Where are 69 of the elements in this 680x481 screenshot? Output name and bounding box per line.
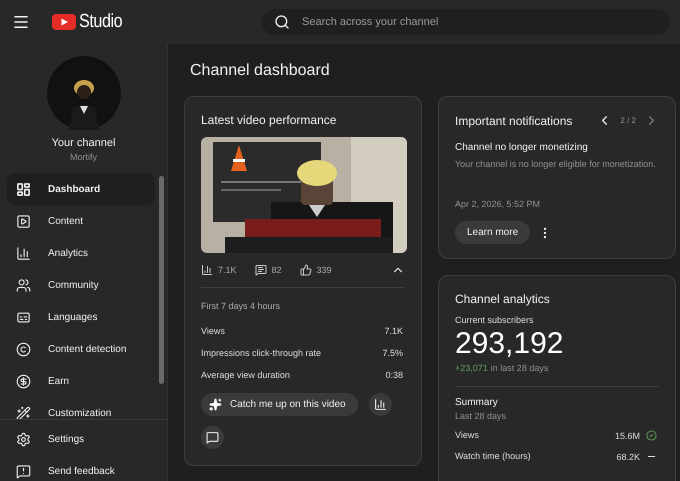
card-title: Latest video performance: [201, 113, 338, 127]
summary-value: 15.6M: [614, 430, 640, 440]
nav-item[interactable]: Settings: [7, 423, 155, 455]
nav-item[interactable]: Analytics: [7, 237, 155, 269]
summary-period: Last 28 days: [455, 411, 508, 421]
catch-up-button[interactable]: Catch me up on this video: [201, 393, 358, 416]
search-input[interactable]: Search across your channel: [300, 15, 658, 29]
dollar-icon: [16, 374, 31, 388]
studio-logo[interactable]: Studio: [52, 11, 130, 33]
card-title: Important notifications: [455, 114, 572, 128]
stat-value: 7.1K: [201, 264, 237, 276]
search-icon: [274, 14, 290, 30]
settings-icon: [16, 432, 31, 446]
scrollbar[interactable]: [159, 176, 164, 384]
sparkle-icon: [209, 398, 222, 411]
summary-title: Summary: [455, 397, 499, 408]
summary-label: Views: [455, 430, 479, 441]
magic-wand-icon: [16, 406, 31, 419]
play-logo-icon: [52, 14, 76, 30]
chart-icon: [374, 398, 387, 411]
change-period: in last 28 days: [490, 363, 548, 373]
logo-text: Studio: [79, 11, 122, 33]
stat-value: 339: [300, 264, 332, 276]
search-field[interactable]: Search across your channel: [262, 9, 670, 35]
channel-title: Your channel: [52, 137, 116, 149]
nav-item[interactable]: Dashboard: [7, 173, 155, 205]
copyright-icon: [16, 342, 31, 356]
metric-value: 7.1K: [384, 326, 403, 336]
metric-label: Average view duration: [201, 370, 290, 380]
notification-date: Apr 2, 2026, 5:52 PM: [455, 199, 542, 209]
comment-button[interactable]: [201, 426, 224, 449]
channel-name: Mortify: [70, 152, 97, 162]
subtitles-icon: [16, 310, 31, 324]
notification-heading: Channel no longer monetizing: [455, 142, 589, 153]
thumbs-up-icon: [300, 264, 312, 276]
nav-item[interactable]: Content: [7, 205, 155, 237]
metric-label: Views: [201, 326, 225, 336]
feedback-icon: [16, 464, 31, 478]
menu-icon[interactable]: [12, 13, 30, 31]
nav-item[interactable]: Content detection: [7, 333, 155, 365]
metric-label: Impressions click-through rate: [201, 348, 322, 358]
learn-more-button[interactable]: Learn more: [455, 221, 530, 244]
notification-body: Your channel is no longer eligible for monetization.: [455, 159, 657, 169]
dashboard-icon: [16, 182, 31, 196]
pager-text: 2 / 2: [620, 116, 636, 125]
subscribers-label: Current subscribers: [455, 315, 535, 325]
people-icon: [16, 278, 31, 292]
metric-value: 0:38: [385, 370, 403, 380]
chart-icon: [16, 246, 31, 260]
card-title: Channel analytics: [455, 292, 551, 306]
nav-item[interactable]: Customization: [7, 397, 155, 419]
nav-item[interactable]: Community: [7, 269, 155, 301]
nav-item[interactable]: Earn: [7, 365, 155, 397]
period-label: First 7 days 4 hours: [201, 301, 282, 311]
stat-value: 82: [254, 264, 282, 276]
nav-item[interactable]: Languages: [7, 301, 155, 333]
subscriber-count: 293,192: [455, 327, 564, 361]
summary-value: 68.2K: [616, 452, 640, 462]
comment-icon: [254, 264, 267, 276]
chart-icon: [201, 264, 213, 276]
nav-item[interactable]: Send feedback: [7, 455, 155, 481]
page-title: Channel dashboard: [190, 62, 331, 80]
subscriber-change: +23,071: [455, 363, 488, 373]
metric-value: 7.5%: [382, 348, 403, 358]
summary-label: Watch time (hours): [455, 451, 531, 462]
video-library-icon: [16, 214, 31, 228]
comment-icon: [206, 431, 219, 444]
check-icon: [646, 430, 657, 441]
chart-button[interactable]: [368, 393, 392, 416]
